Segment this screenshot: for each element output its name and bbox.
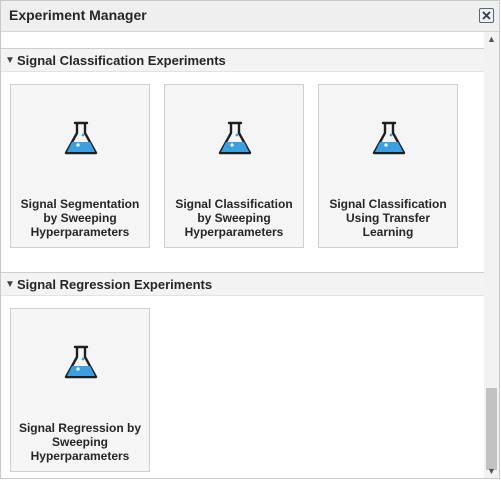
close-icon xyxy=(482,11,491,20)
scroll-down-arrow[interactable]: ▼ xyxy=(484,464,499,478)
chevron-down-icon[interactable]: ▼ xyxy=(5,55,15,66)
card-label: Signal Segmentation by Sweeping Hyperpar… xyxy=(20,197,140,239)
section-header-classification[interactable]: ▼ Signal Classification Experiments xyxy=(1,48,485,72)
section-title: Signal Classification Experiments xyxy=(17,53,226,68)
scrollbar-thumb[interactable] xyxy=(486,388,497,470)
vertical-scrollbar[interactable]: ▲ ▼ xyxy=(484,32,499,478)
experiment-card[interactable]: Signal Regression by Sweeping Hyperparam… xyxy=(10,308,150,472)
flask-icon xyxy=(64,121,98,155)
experiment-manager-window: Experiment Manager ▼ Signal Classificati… xyxy=(0,0,500,479)
experiment-card[interactable]: Signal Classification by Sweeping Hyperp… xyxy=(164,84,304,248)
chevron-down-icon[interactable]: ▼ xyxy=(5,279,15,290)
card-label: Signal Regression by Sweeping Hyperparam… xyxy=(18,421,142,463)
card-label: Signal Classification Using Transfer Lea… xyxy=(329,197,447,239)
section-header-regression[interactable]: ▼ Signal Regression Experiments xyxy=(1,272,485,296)
gallery-content: ▼ Signal Classification Experiments Sign… xyxy=(1,32,485,478)
card-label: Signal Classification by Sweeping Hyperp… xyxy=(175,197,293,239)
scroll-up-arrow[interactable]: ▲ xyxy=(484,32,499,46)
title-bar: Experiment Manager xyxy=(1,1,499,32)
section-title: Signal Regression Experiments xyxy=(17,277,213,292)
flask-icon xyxy=(372,121,406,155)
experiment-card[interactable]: Signal Classification Using Transfer Lea… xyxy=(318,84,458,248)
experiment-card[interactable]: Signal Segmentation by Sweeping Hyperpar… xyxy=(10,84,150,248)
close-button[interactable] xyxy=(479,8,494,23)
flask-icon xyxy=(218,121,252,155)
flask-icon xyxy=(64,345,98,379)
window-title: Experiment Manager xyxy=(9,7,147,23)
